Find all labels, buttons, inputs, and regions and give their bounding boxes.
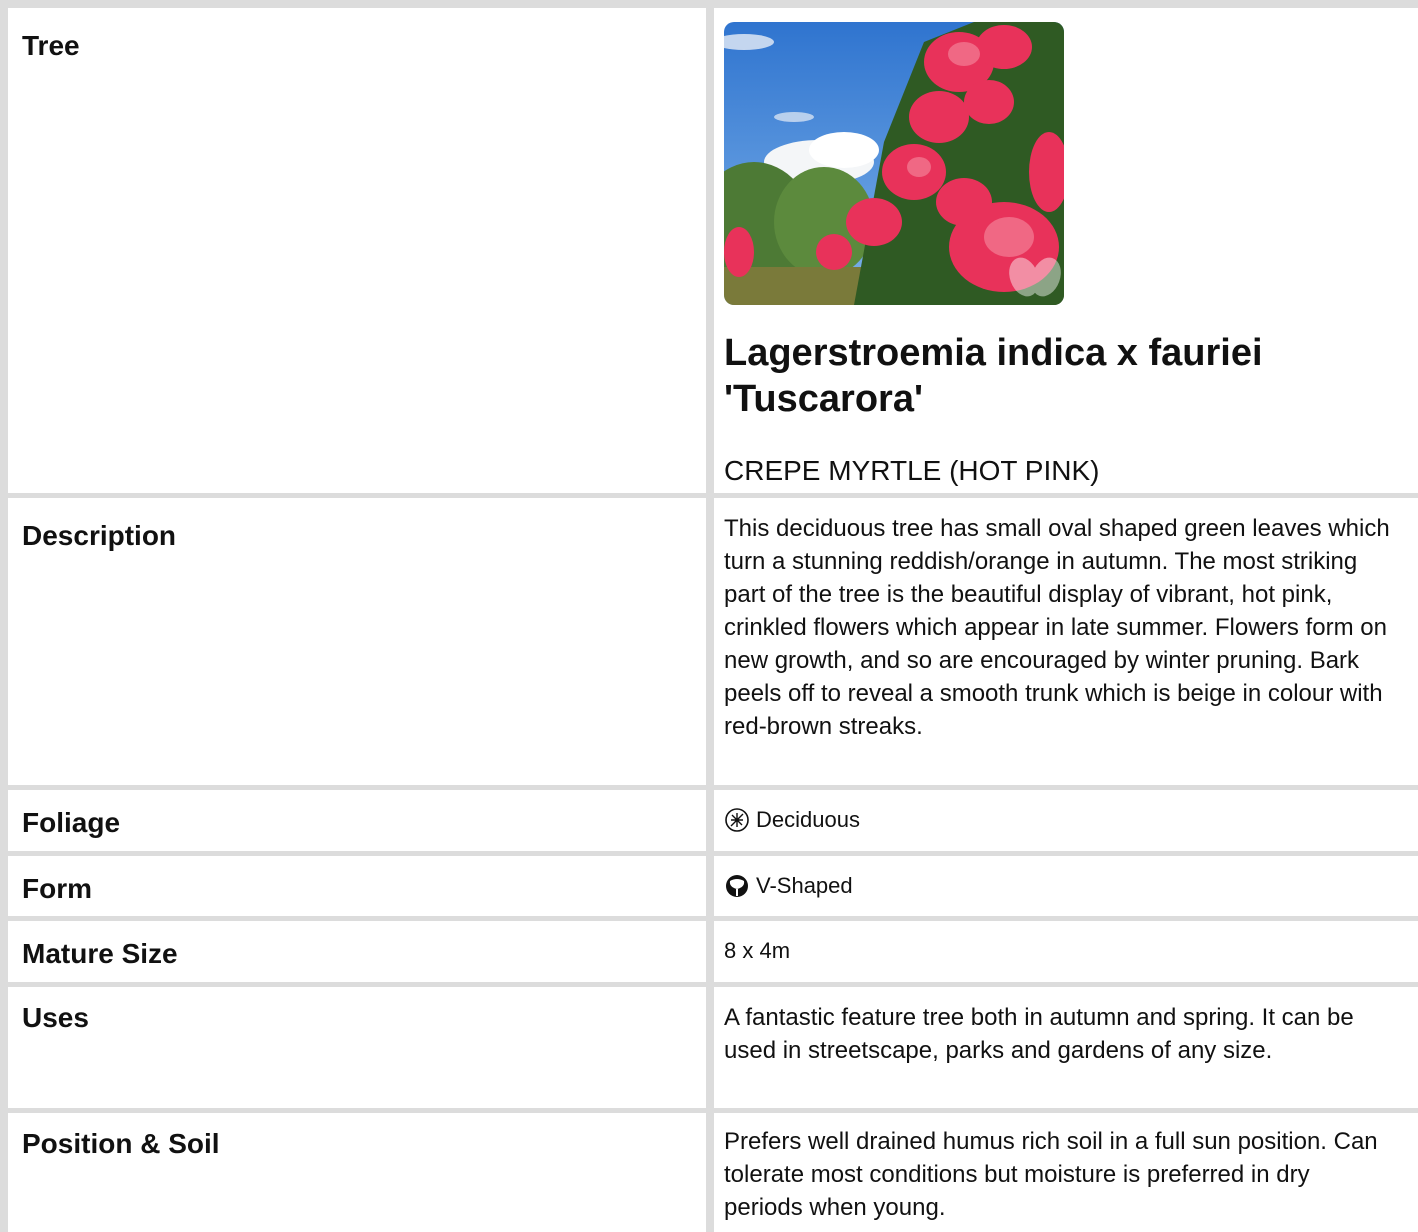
foliage-value: Deciduous — [724, 806, 1410, 834]
v-shaped-tree-icon — [724, 873, 750, 899]
row-label-tree: Tree — [22, 30, 80, 61]
foliage-text: Deciduous — [756, 807, 860, 832]
row-tree: Tree Lagerstroemia indica x fauriei 'Tus… — [0, 8, 1418, 493]
row-foliage: Foliage Deciduous — [0, 790, 1418, 851]
label-cell: Form — [8, 856, 706, 916]
value-cell: Prefers well drained humus rich soil in … — [714, 1113, 1418, 1232]
common-name: CREPE MYRTLE (HOT PINK) — [724, 455, 1100, 486]
row-position-soil: Position & Soil Prefers well drained hum… — [0, 1113, 1418, 1232]
label-cell: Uses — [8, 987, 706, 1108]
row-description: Description This deciduous tree has smal… — [0, 498, 1418, 785]
plant-spec-table: Tree Lagerstroemia indica x fauriei 'Tus… — [0, 0, 1418, 1232]
description-text: This deciduous tree has small oval shape… — [724, 515, 1390, 740]
value-cell: This deciduous tree has small oval shape… — [714, 498, 1418, 785]
label-cell: Position & Soil — [8, 1113, 706, 1232]
value-cell: Lagerstroemia indica x fauriei 'Tuscaror… — [714, 8, 1418, 493]
label-cell: Description — [8, 498, 706, 785]
row-label-uses: Uses — [22, 1002, 89, 1033]
row-label-form: Form — [22, 873, 92, 904]
value-cell: Deciduous — [714, 790, 1418, 851]
form-value: V-Shaped — [724, 872, 1410, 900]
label-cell: Foliage — [8, 790, 706, 851]
row-uses: Uses A fantastic feature tree both in au… — [0, 987, 1418, 1108]
mature-size-value: 8 x 4m — [724, 938, 791, 963]
value-cell: 8 x 4m — [714, 921, 1418, 982]
label-cell: Mature Size — [8, 921, 706, 982]
row-label-mature-size: Mature Size — [22, 938, 178, 969]
botanical-name: Lagerstroemia indica x fauriei 'Tuscaror… — [724, 332, 1263, 420]
form-text: V-Shaped — [756, 873, 853, 898]
value-cell: A fantastic feature tree both in autumn … — [714, 987, 1418, 1108]
crepe-myrtle-photo — [724, 22, 1064, 305]
row-label-description: Description — [22, 520, 177, 551]
row-form: Form V-Shaped — [0, 856, 1418, 916]
label-cell: Tree — [8, 8, 706, 493]
row-label-position-soil: Position & Soil — [22, 1128, 220, 1159]
plant-photo — [724, 22, 1064, 305]
uses-text: A fantastic feature tree both in autumn … — [724, 1004, 1354, 1064]
row-label-foliage: Foliage — [22, 807, 121, 838]
row-mature-size: Mature Size 8 x 4m — [0, 921, 1418, 982]
position-soil-text: Prefers well drained humus rich soil in … — [724, 1128, 1378, 1221]
value-cell: V-Shaped — [714, 856, 1418, 916]
deciduous-icon — [724, 807, 750, 833]
